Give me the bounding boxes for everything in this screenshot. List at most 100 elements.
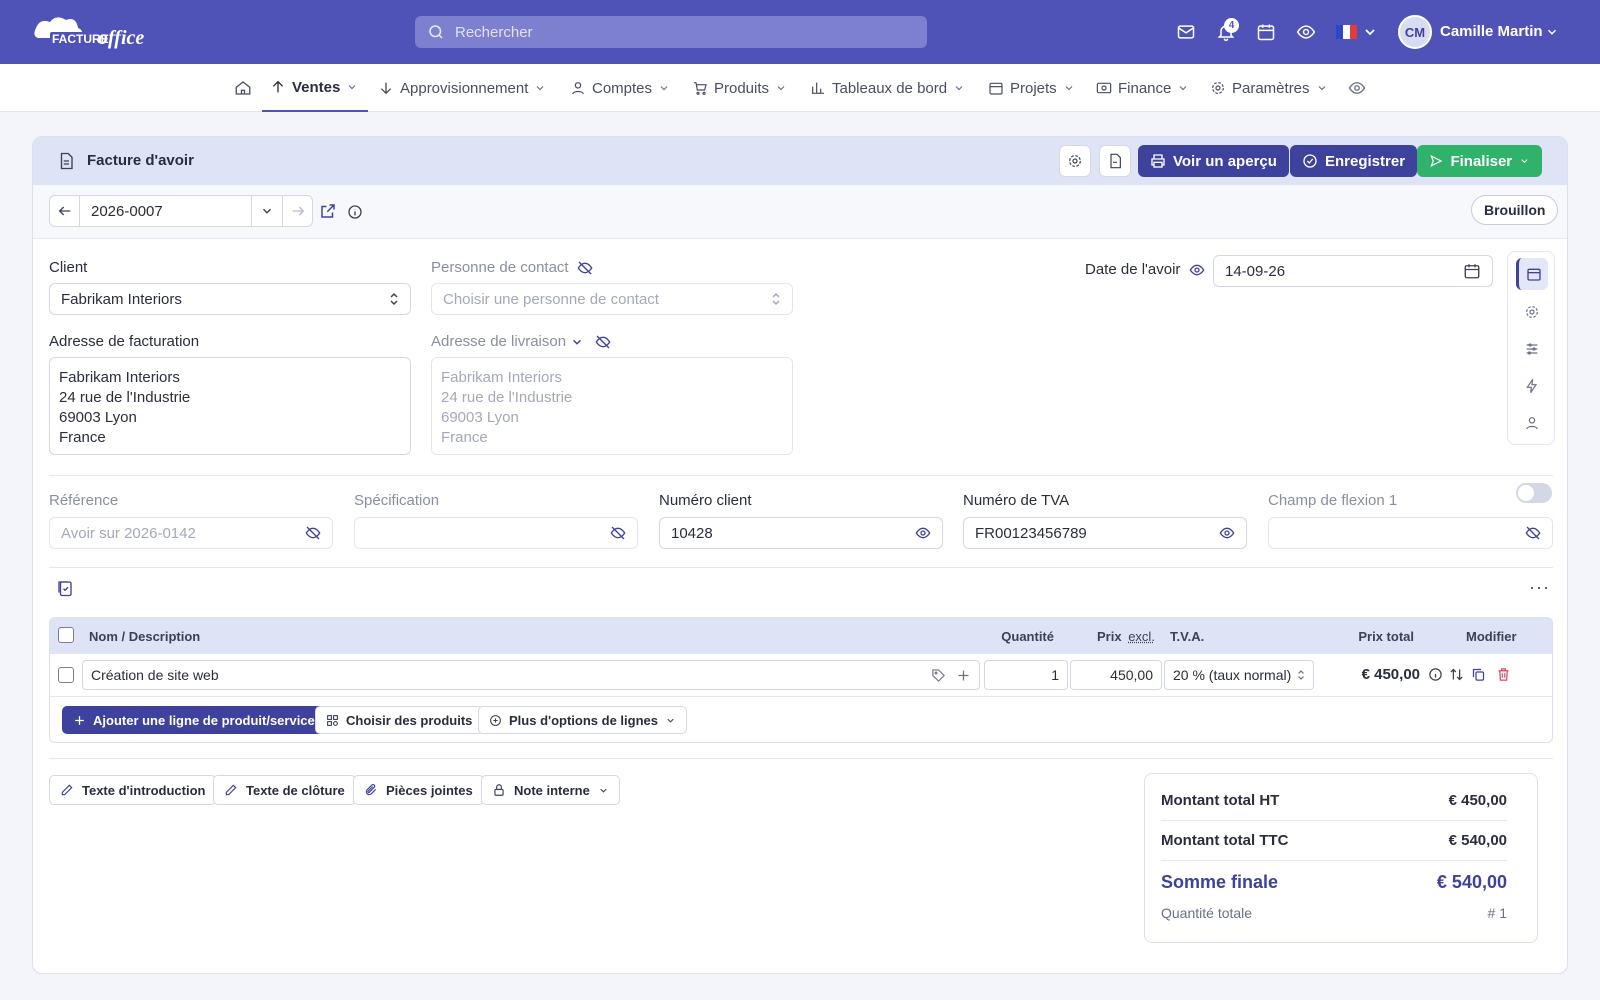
status-badge[interactable]: Brouillon <box>1471 195 1559 225</box>
gear-tab-icon[interactable] <box>1516 296 1548 328</box>
pdf-button[interactable] <box>1099 145 1131 177</box>
total-ht-value: € 450,00 <box>1448 792 1507 809</box>
nav-projets[interactable]: Projets <box>988 64 1075 112</box>
info-icon[interactable] <box>347 204 363 220</box>
copy-icon[interactable] <box>1471 667 1486 682</box>
client-number-input[interactable]: 10428 <box>659 517 943 549</box>
chevron-down-icon <box>600 788 607 793</box>
finalize-button[interactable]: Finaliser <box>1417 145 1542 177</box>
nav-tableaux-de-bord[interactable]: Tableaux de bord <box>810 64 965 112</box>
file-icon <box>1110 153 1121 169</box>
person-tab-icon[interactable] <box>1516 407 1548 439</box>
nav-comptes[interactable]: Comptes <box>570 64 670 112</box>
line-qty-input[interactable]: 1 <box>984 660 1068 690</box>
vat-number-input[interactable]: FR00123456789 <box>963 517 1247 549</box>
more-line-options-label: Plus d'options de lignes <box>509 712 658 728</box>
more-options-icon[interactable]: ··· <box>1529 577 1550 598</box>
app-logo[interactable]: FACTURE office <box>32 14 180 50</box>
eye-off-icon[interactable] <box>577 260 593 276</box>
clipboard-check-icon[interactable] <box>56 578 74 598</box>
nav-approvisionnement[interactable]: Approvisionnement <box>378 64 546 112</box>
attachments-button[interactable]: Pièces jointes <box>353 775 484 805</box>
specification-input[interactable] <box>354 517 638 549</box>
eye-icon[interactable] <box>1348 64 1366 112</box>
add-line-button[interactable]: Ajouter une ligne de produit/service <box>62 706 326 734</box>
eye-off-icon <box>610 526 626 540</box>
eye-off-icon[interactable] <box>595 334 611 350</box>
trash-icon[interactable] <box>1496 667 1511 682</box>
line-name-input[interactable]: Création de site web <box>82 660 980 690</box>
gear-icon <box>1212 82 1224 94</box>
reference-input[interactable]: Avoir sur 2026-0142 <box>49 517 333 549</box>
chevron-down-icon[interactable] <box>1540 20 1564 44</box>
billing-address[interactable]: Fabrikam Interiors 24 rue de l'Industrie… <box>49 357 411 455</box>
line-price-input[interactable]: 450,00 <box>1070 660 1162 690</box>
intro-text-label: Texte d'introduction <box>82 782 206 798</box>
closing-text-label: Texte de clôture <box>246 782 345 798</box>
line-vat-select[interactable]: 20 % (taux normal) <box>1164 660 1314 690</box>
choose-products-button[interactable]: Choisir des produits <box>315 706 484 734</box>
intro-text-button[interactable]: Texte d'introduction <box>49 775 217 805</box>
svg-text:office: office <box>98 27 144 49</box>
more-line-options-button[interactable]: Plus d'options de lignes <box>478 706 687 734</box>
nav-finance[interactable]: Finance <box>1096 64 1189 112</box>
language-selector[interactable] <box>1336 20 1378 44</box>
address-line: Fabrikam Interiors <box>441 369 562 386</box>
nav-parametres[interactable]: Paramètres <box>1210 64 1328 112</box>
nav-label: Tableaux de bord <box>832 79 948 97</box>
mail-icon[interactable] <box>1174 20 1198 44</box>
document-number[interactable]: 2026-0007 <box>80 196 252 226</box>
reorder-icon[interactable] <box>1449 667 1464 682</box>
nav-ventes[interactable]: Ventes <box>262 64 368 112</box>
flex-field-input[interactable] <box>1268 517 1553 549</box>
calendar-icon[interactable] <box>1254 20 1278 44</box>
user-icon <box>572 82 584 95</box>
reference-label: Référence <box>49 492 119 509</box>
flex-field-toggle[interactable] <box>1516 483 1552 503</box>
calendar-tab-icon[interactable] <box>1516 258 1548 290</box>
line-name: Création de site web <box>91 667 219 683</box>
chevron-down-icon[interactable] <box>570 335 584 349</box>
client-select[interactable]: Fabrikam Interiors <box>49 283 411 315</box>
eye-icon[interactable] <box>1294 20 1318 44</box>
eye-icon[interactable] <box>1189 262 1205 278</box>
home-icon[interactable] <box>234 64 252 112</box>
edit-icon <box>225 784 237 796</box>
contact-select[interactable]: Choisir une personne de contact <box>431 283 793 315</box>
nav-label: Finance <box>1118 79 1172 97</box>
save-button[interactable]: Enregistrer <box>1290 145 1418 177</box>
total-ttc-value: € 540,00 <box>1448 832 1507 849</box>
select-all-checkbox[interactable] <box>58 627 74 643</box>
user-name[interactable]: Camille Martin <box>1440 23 1543 40</box>
preview-button[interactable]: Voir un aperçu <box>1138 145 1289 177</box>
document-icon <box>57 151 75 171</box>
search-input[interactable] <box>455 23 895 41</box>
delivery-address[interactable]: Fabrikam Interiors 24 rue de l'Industrie… <box>431 357 793 455</box>
search-bar[interactable] <box>415 16 927 48</box>
grid-icon <box>327 714 338 726</box>
total-qty-label: Quantité totale <box>1161 905 1253 921</box>
row-checkbox[interactable] <box>58 667 74 683</box>
chevron-down-icon <box>1065 86 1073 91</box>
avatar[interactable]: CM <box>1398 15 1432 49</box>
vat-number-label: Numéro de TVA <box>963 492 1070 509</box>
divider <box>49 475 1553 476</box>
date-value: 14-09-26 <box>1225 262 1286 280</box>
nav-label: Paramètres <box>1232 79 1310 97</box>
sliders-tab-icon[interactable] <box>1516 333 1548 365</box>
reference-placeholder: Avoir sur 2026-0142 <box>61 524 196 542</box>
number-dropdown-button[interactable] <box>252 196 283 226</box>
lightning-tab-icon[interactable] <box>1516 370 1548 402</box>
divider <box>1161 860 1507 861</box>
prev-document-button[interactable] <box>50 196 80 226</box>
nav-produits[interactable]: Produits <box>692 64 787 112</box>
internal-note-button[interactable]: Note interne <box>481 775 620 805</box>
settings-button[interactable] <box>1059 145 1091 177</box>
next-document-button[interactable] <box>283 196 312 226</box>
external-link-icon[interactable] <box>319 202 337 220</box>
date-field[interactable]: 14-09-26 <box>1213 255 1493 287</box>
col-price-excl: excl. <box>1128 629 1155 644</box>
add-line-label: Ajouter une ligne de produit/service <box>93 712 315 728</box>
info-icon[interactable] <box>1428 667 1443 682</box>
closing-text-button[interactable]: Texte de clôture <box>213 775 356 805</box>
